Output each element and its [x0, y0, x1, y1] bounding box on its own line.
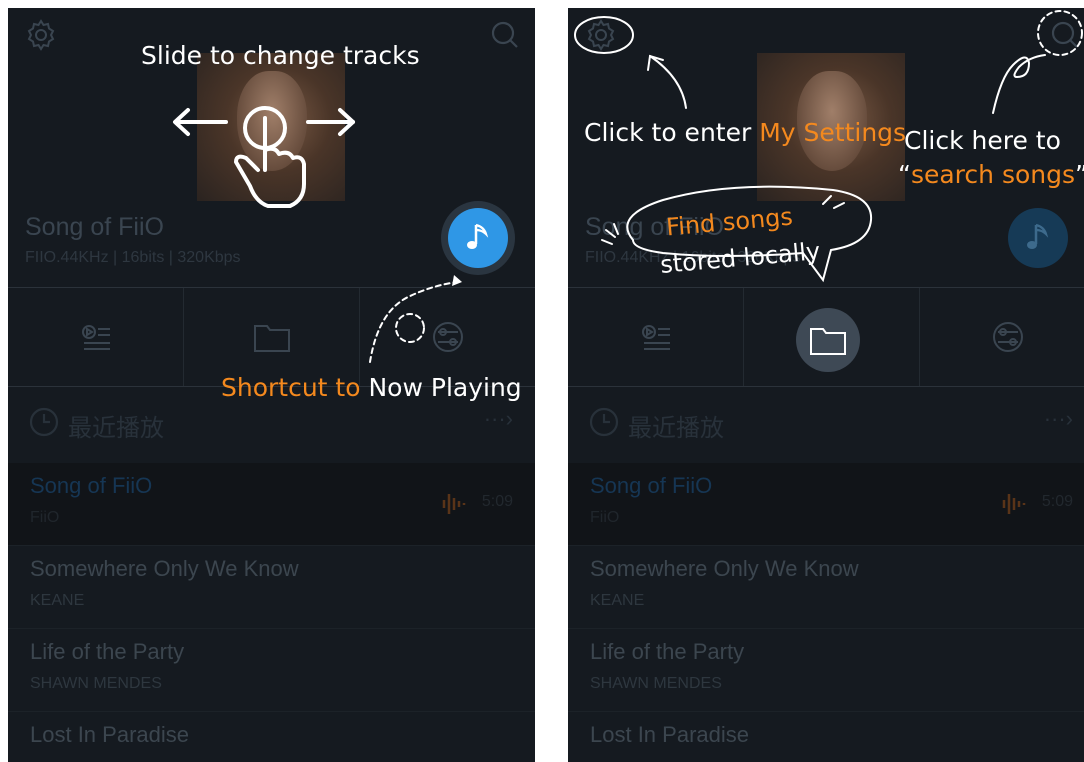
list-item[interactable]: Lost In Paradise: [8, 712, 535, 762]
playlist-icon: [81, 325, 110, 350]
list-item[interactable]: Life of the Party SHAWN MENDES: [8, 629, 535, 712]
hint-slide-tracks: Slide to change tracks: [141, 41, 420, 70]
folder-highlight-button[interactable]: [796, 308, 860, 372]
song-duration: 5:09: [1041, 493, 1073, 510]
recent-label: 最近播放: [68, 415, 164, 442]
song-title: Lost In Paradise: [590, 722, 749, 747]
recent-header[interactable]: 最近播放 ···›: [8, 398, 535, 458]
list-item[interactable]: Lost In Paradise: [568, 712, 1084, 762]
equalizer-icon: [1002, 494, 1026, 514]
hint-settings: Click to enter My Settings: [584, 118, 906, 147]
hint-settings-accent: My Settings: [759, 118, 907, 147]
tab-folder[interactable]: [184, 288, 360, 386]
more-link[interactable]: ···›: [1044, 406, 1073, 432]
hint-shortcut: Shortcut to Now Playing: [221, 373, 522, 402]
now-playing-title: Song of FiiO: [25, 213, 164, 241]
equalizer-icon: [442, 494, 466, 514]
playlist-icon: [641, 325, 670, 350]
hint-annotations: [574, 10, 1083, 283]
tutorial-screen-navigation: Song of FiiO FIIO.44KHz | 16bits | 320Kb…: [568, 8, 1084, 762]
song-title: Song of FiiO: [30, 473, 153, 498]
hint-search-line2: “search songs”: [898, 160, 1084, 189]
category-icon: [992, 322, 1023, 352]
hint-search-quote-open: “: [898, 160, 911, 189]
list-item[interactable]: Somewhere Only We Know KEANE: [8, 546, 535, 629]
song-artist: FiiO: [30, 509, 60, 526]
folder-icon: [810, 328, 846, 355]
song-title: Life of the Party: [30, 639, 185, 664]
song-artist: SHAWN MENDES: [30, 675, 162, 692]
swipe-gesture: [173, 106, 355, 208]
now-playing-button[interactable]: [441, 201, 515, 275]
list-item[interactable]: Life of the Party SHAWN MENDES: [568, 629, 1084, 712]
song-title: Somewhere Only We Know: [30, 556, 299, 581]
hint-search-line1: Click here to: [904, 126, 1061, 155]
clock-icon: [29, 407, 59, 437]
list-item[interactable]: Song of FiiO FiiO 5:09: [8, 463, 535, 546]
hint-settings-prefix: Click to enter: [584, 118, 760, 147]
folder-icon: [253, 325, 290, 352]
hint-shortcut-accent: Shortcut to: [221, 373, 361, 402]
divider: [568, 386, 1084, 387]
hint-search-accent: search songs: [910, 160, 1076, 189]
tutorial-screen-swipe: Song of FiiO FIIO.44KHz | 16bits | 320Kb…: [8, 8, 535, 762]
list-item[interactable]: Somewhere Only We Know KEANE: [568, 546, 1084, 629]
now-playing-meta: FIIO.44KHz | 16bits | 320Kbps: [25, 249, 241, 266]
clock-icon: [589, 407, 619, 437]
music-note-icon: [467, 223, 489, 249]
recent-header[interactable]: 最近播放 ···›: [568, 398, 1084, 458]
song-duration: 5:09: [481, 493, 513, 510]
list-item[interactable]: Song of FiiO FiiO 5:09: [568, 463, 1084, 546]
song-list: Song of FiiO FiiO 5:09 Somewhere Only We…: [8, 463, 535, 762]
song-title: Life of the Party: [590, 639, 745, 664]
song-artist: SHAWN MENDES: [590, 675, 722, 692]
hint-shortcut-rest: Now Playing: [360, 373, 522, 402]
more-link[interactable]: ···›: [484, 406, 513, 432]
recent-label: 最近播放: [628, 415, 724, 442]
song-title: Somewhere Only We Know: [590, 556, 859, 581]
search-icon[interactable]: [488, 18, 522, 52]
hint-arrow: [369, 275, 462, 363]
song-artist: KEANE: [30, 592, 85, 609]
song-artist: KEANE: [590, 592, 645, 609]
hand-pointer-icon: [234, 106, 306, 208]
tab-playlist[interactable]: [8, 288, 184, 386]
hint-search-quote-close: ”: [1075, 160, 1084, 189]
song-title: Song of FiiO: [590, 473, 713, 498]
song-list: Song of FiiO FiiO 5:09 Somewhere Only We…: [568, 463, 1084, 762]
gear-icon[interactable]: [24, 18, 58, 52]
song-title: Lost In Paradise: [30, 722, 189, 747]
song-artist: FiiO: [590, 509, 620, 526]
